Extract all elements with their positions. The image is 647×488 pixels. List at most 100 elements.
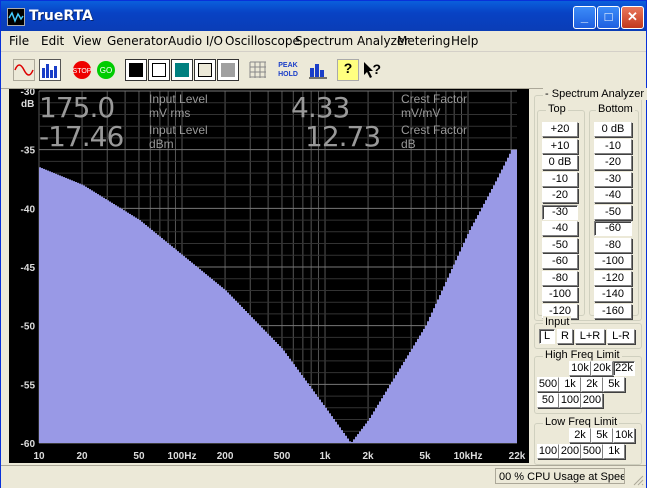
teal-bg-button[interactable]	[171, 59, 193, 81]
low-freq-button[interactable]: 500	[581, 444, 603, 459]
menu-edit[interactable]: Edit	[41, 34, 64, 48]
top-level-button[interactable]: -80	[542, 270, 578, 286]
spectrum-bar	[403, 361, 405, 443]
bottom-level-button[interactable]: -30	[594, 171, 632, 187]
menu-spectrum-analyzer[interactable]: Spectrum Analyzer	[295, 34, 409, 48]
context-help-button[interactable]: ?	[361, 59, 383, 81]
spectrum-bar	[235, 300, 237, 443]
input-channel-button[interactable]: L	[539, 329, 555, 344]
go-button[interactable]: GO	[95, 59, 117, 81]
spectrum-bar	[331, 416, 333, 443]
spectrum-bar	[103, 197, 105, 443]
menu-view[interactable]: View	[73, 34, 101, 48]
top-level-button[interactable]: -40	[542, 221, 578, 236]
spectrum-bar	[217, 283, 219, 443]
top-level-button[interactable]: -100	[542, 287, 578, 302]
high-freq-button[interactable]: 500	[537, 377, 559, 392]
high-freq-button[interactable]: 20k	[591, 361, 613, 376]
spectrum-bar	[163, 239, 165, 443]
high-freq-button[interactable]: 1k	[559, 377, 581, 392]
spectrum-bar	[315, 394, 317, 443]
spectrum-bar	[337, 424, 339, 443]
high-freq-button[interactable]: 50	[537, 393, 559, 408]
spectrum-bar	[509, 153, 511, 443]
light-bg-button[interactable]	[194, 59, 216, 81]
spectrum-bar	[99, 195, 101, 443]
low-freq-button[interactable]: 1k	[603, 444, 625, 459]
top-level-button[interactable]: -30	[542, 204, 578, 220]
top-level-button[interactable]: -60	[542, 254, 578, 269]
spectrum-bar	[445, 282, 447, 443]
top-level-button[interactable]: -20	[542, 188, 578, 203]
bottom-level-button[interactable]: -40	[594, 188, 632, 203]
stop-button[interactable]: STOP	[71, 59, 93, 81]
high-freq-button[interactable]: 5k	[603, 377, 625, 392]
high-freq-button[interactable]: 22k	[613, 361, 635, 376]
top-level-button[interactable]: -50	[542, 237, 578, 253]
spectrum-button[interactable]	[39, 59, 61, 81]
y-tick-label: -55	[21, 380, 36, 391]
high-freq-button[interactable]: 100	[559, 393, 581, 408]
spectrum-plot[interactable]: -30 -35 -40 -45 -50 -55 -60 dB 10 20 50 100Hz 200 500…	[9, 89, 529, 463]
grid-button[interactable]	[247, 59, 269, 81]
bottom-level-button[interactable]: -140	[594, 287, 632, 302]
window-title: TrueRTA	[29, 8, 93, 24]
top-level-button[interactable]: +20	[542, 122, 578, 137]
bottom-level-button[interactable]: -160	[594, 303, 632, 319]
bottom-level-button[interactable]: -100	[594, 254, 632, 269]
low-freq-button[interactable]: 100	[537, 444, 559, 459]
help-button[interactable]: ?	[337, 59, 359, 81]
spectrum-bar	[475, 218, 477, 443]
low-freq-button[interactable]: 10k	[613, 428, 635, 443]
spectrum-bar	[383, 394, 385, 443]
top-level-button[interactable]: -10	[542, 171, 578, 187]
bottom-level-button[interactable]: -60	[594, 221, 632, 236]
spectrum-bar	[265, 331, 267, 443]
resize-grip-icon[interactable]	[632, 474, 644, 486]
spectrum-bar	[283, 350, 285, 443]
low-freq-button[interactable]: 2k	[569, 428, 591, 443]
menu-help[interactable]: Help	[451, 34, 478, 48]
spectrum-bar	[409, 352, 411, 443]
averaging-button[interactable]	[307, 59, 329, 81]
spectrum-bar	[109, 201, 111, 443]
spectrum-bar	[327, 410, 329, 443]
menu-file[interactable]: File	[9, 34, 29, 48]
black-bg-button[interactable]	[125, 59, 147, 81]
input-channel-button[interactable]: L-R	[607, 329, 635, 344]
menu-metering[interactable]: Metering	[397, 34, 450, 48]
level-dbm-label-1: Input Level	[149, 123, 208, 137]
oscilloscope-button[interactable]	[13, 59, 35, 81]
white-bg-button[interactable]	[148, 59, 170, 81]
gray-bg-button[interactable]	[217, 59, 239, 81]
bottom-level-button[interactable]: -120	[594, 270, 632, 286]
bottom-level-button[interactable]: -10	[594, 138, 632, 154]
spectrum-bar	[257, 323, 259, 443]
spectrum-bar	[487, 196, 489, 443]
menu-oscilloscope[interactable]: Oscilloscope	[225, 34, 300, 48]
input-channel-button[interactable]: R	[557, 329, 573, 344]
spectrum-bar	[75, 181, 77, 444]
spectrum-bar	[77, 182, 79, 443]
maximize-button[interactable]: □	[597, 6, 620, 29]
bottom-level-button[interactable]: 0 dB	[594, 122, 632, 137]
spectrum-bar	[399, 368, 401, 443]
low-freq-button[interactable]: 200	[559, 444, 581, 459]
bottom-level-button[interactable]: -50	[594, 204, 632, 220]
spectrum-bar	[491, 188, 493, 443]
bottom-level-button[interactable]: -20	[594, 155, 632, 170]
peak-hold-button[interactable]: PEAK HOLD	[277, 59, 299, 81]
top-level-button[interactable]: +10	[542, 138, 578, 154]
low-freq-button[interactable]: 5k	[591, 428, 613, 443]
bottom-level-button[interactable]: -80	[594, 237, 632, 253]
high-freq-button[interactable]: 10k	[569, 361, 591, 376]
top-level-button[interactable]: 0 dB	[542, 155, 578, 170]
high-freq-button[interactable]: 200	[581, 393, 603, 408]
menu-audio-io[interactable]: Audio I/O	[168, 34, 223, 48]
input-channel-button[interactable]: L+R	[575, 329, 605, 344]
close-button[interactable]: ✕	[621, 6, 644, 29]
high-freq-button[interactable]: 2k	[581, 377, 603, 392]
spectrum-bar	[55, 173, 57, 443]
minimize-button[interactable]: _	[573, 6, 596, 29]
menu-generator[interactable]: Generator	[107, 34, 168, 48]
